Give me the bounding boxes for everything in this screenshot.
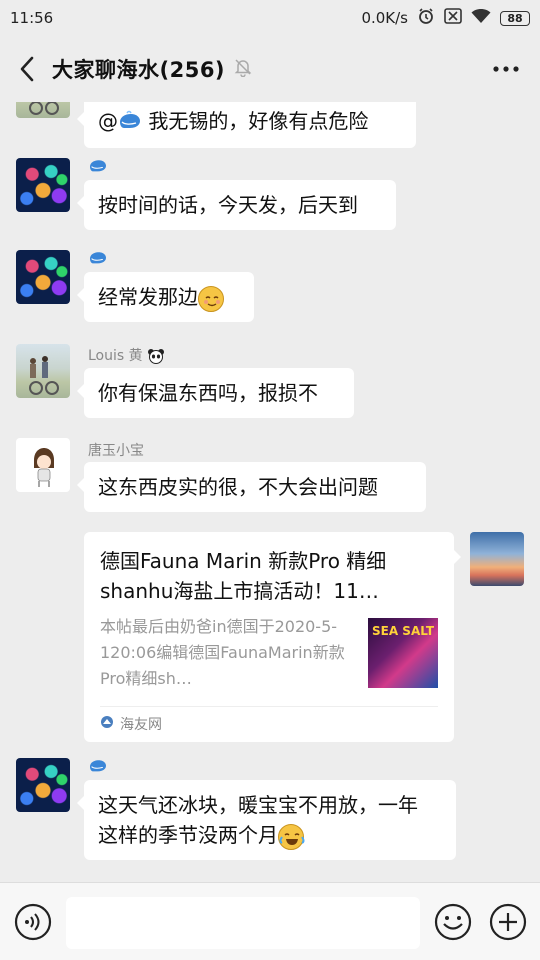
link-card[interactable]: 德国Fauna Marin 新款Pro 精细shanhu海盐上市搞活动！11… …: [84, 532, 461, 742]
message-bubble[interactable]: 经常发那边: [77, 272, 254, 322]
laughing-tears-emoji: [278, 823, 305, 850]
link-card-thumbnail: SEA SALT: [368, 618, 438, 688]
message-text: 经常发那边: [98, 285, 198, 309]
alarm-icon: [417, 7, 435, 29]
sim-off-icon: [444, 8, 462, 28]
chat-title: 大家聊海水(256): [52, 58, 226, 82]
whale-icon: [88, 249, 108, 269]
status-bar: 11:56 0.0K/s 88: [0, 0, 540, 36]
status-time: 11:56: [10, 9, 54, 27]
message-text: 我无锡的，好像有点危险: [142, 109, 369, 133]
message-bubble[interactable]: 按时间的话，今天发，后天到: [77, 180, 396, 230]
sender-name: [88, 249, 108, 269]
sender-name: 唐玉小宝: [88, 443, 144, 459]
my-avatar[interactable]: [470, 532, 524, 586]
network-speed: 0.0K/s: [361, 9, 408, 27]
card-divider: [100, 706, 438, 707]
whale-icon: [118, 108, 142, 138]
message-text-line1: 这天气还冰块，暖宝宝不用放，一年: [98, 793, 418, 817]
battery-level: 88: [507, 11, 523, 25]
message-text: 按时间的话，今天发，后天到: [98, 193, 358, 217]
whale-icon: [88, 757, 108, 777]
chat-messages[interactable]: @ 我无锡的，好像有点危险 按时间的话，今天发，后天到 经常发那边 Louis …: [0, 102, 540, 882]
input-bar: [0, 882, 540, 960]
avatar[interactable]: [16, 158, 70, 212]
avatar[interactable]: [16, 758, 70, 812]
back-arrow-icon[interactable]: [12, 49, 42, 89]
link-card-source: 海友网: [100, 714, 162, 734]
panda-icon: [147, 348, 165, 364]
mute-bell-icon: [233, 57, 253, 81]
link-card-description: 本帖最后由奶爸in德国于2020-5-120:06编辑德国FaunaMarin新…: [100, 617, 345, 688]
sender-name-text: Louis 黄: [88, 348, 143, 364]
avatar[interactable]: [16, 438, 70, 492]
avatar[interactable]: [16, 344, 70, 398]
mention-symbol: @: [98, 109, 118, 133]
message-bubble[interactable]: 你有保温东西吗，报损不: [77, 368, 354, 418]
message-text: 这东西皮实的很，不大会出问题: [98, 475, 378, 499]
battery-icon: 88: [500, 10, 530, 26]
sender-name: [88, 757, 108, 777]
wifi-icon: [471, 8, 491, 28]
message-text-line2: 这样的季节没两个月: [98, 823, 278, 847]
smiling-face-emoji: [198, 285, 224, 312]
source-logo-icon: [100, 715, 114, 733]
thumbnail-text: SEA SALT: [372, 624, 435, 638]
emoji-icon[interactable]: [434, 903, 472, 945]
avatar[interactable]: [16, 102, 70, 118]
sender-name: [88, 157, 108, 177]
chat-header: 大家聊海水(256): [0, 36, 540, 102]
sender-name: Louis 黄: [88, 345, 165, 365]
whale-icon: [88, 157, 108, 177]
message-bubble[interactable]: 这天气还冰块，暖宝宝不用放，一年 这样的季节没两个月: [77, 780, 456, 860]
plus-icon[interactable]: [489, 903, 527, 945]
message-bubble[interactable]: 这东西皮实的很，不大会出问题: [77, 462, 426, 512]
link-card-title: 德国Fauna Marin 新款Pro 精细shanhu海盐上市搞活动！11…: [100, 549, 387, 603]
message-bubble[interactable]: @ 我无锡的，好像有点危险: [77, 102, 416, 148]
message-text: 你有保温东西吗，报损不: [98, 381, 318, 405]
more-menu-icon[interactable]: [492, 58, 520, 77]
voice-icon[interactable]: [14, 903, 52, 945]
message-input[interactable]: [66, 897, 420, 949]
avatar[interactable]: [16, 250, 70, 304]
source-name: 海友网: [120, 717, 162, 733]
